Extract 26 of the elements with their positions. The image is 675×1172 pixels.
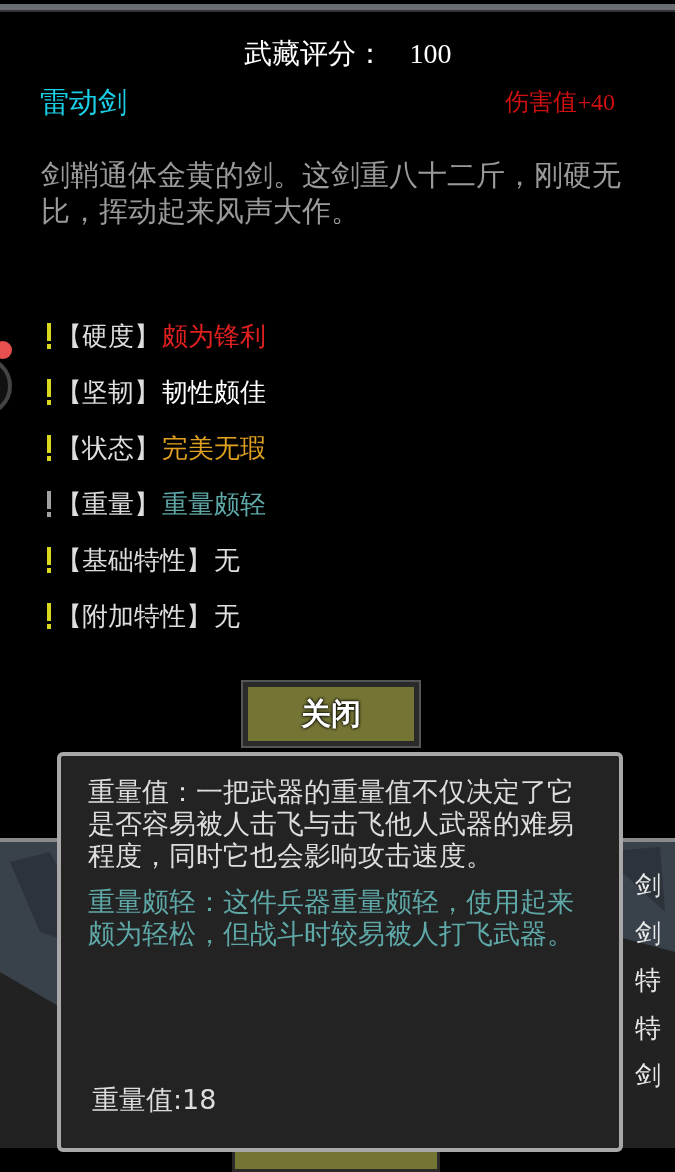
attribute-value: 完美无瑕 <box>162 431 266 465</box>
list-item-text: 特 <box>635 1011 661 1045</box>
tooltip-text: 重量值：一把武器的重量值不仅决定了它是否容易被人击飞与击飞他人武器的难易程度，同时它也会影响攻击速度。 <box>88 776 575 872</box>
weapon-name: 雷动剑 <box>40 84 127 120</box>
weapon-description: 剑鞘通体金黄的剑。这剑重八十二斤，刚硬无比，挥动起来风声大作。 <box>41 158 622 230</box>
attribute-label: 【基础特性】 <box>56 543 212 577</box>
weight-value: 重量值:18 <box>91 1083 218 1117</box>
tooltip-detail: 重量颇轻：这件兵器重量颇轻，使用起来颇为轻松，但战斗时较易被人打飞武器。 <box>88 886 575 950</box>
attribute-value: 无 <box>214 599 240 633</box>
list-item-text: 特 <box>635 964 661 997</box>
list-item-text: 剑 <box>635 869 661 902</box>
score-value: 100 <box>409 37 452 71</box>
attribute-label: 【硬度】 <box>56 319 160 353</box>
list-item-text: 剑 <box>635 916 661 950</box>
score-label: 武藏评分： <box>243 37 384 71</box>
attribute-label: 【重量】 <box>56 487 160 521</box>
attribute-label: 【附加特性】 <box>56 599 212 633</box>
attribute-label: 【状态】 <box>56 431 160 465</box>
attribute-value: 韧性颇佳 <box>162 375 266 409</box>
damage-bonus: 伤害值+40 <box>505 88 615 117</box>
attribute-value: 颇为锋利 <box>162 319 266 353</box>
list-item-text: 剑 <box>635 1059 661 1092</box>
attribute-value: 重量颇轻 <box>162 487 266 521</box>
attribute-label: 【坚韧】 <box>56 375 160 409</box>
attribute-value: 无 <box>214 543 240 577</box>
close-button[interactable]: 关闭 <box>242 682 419 746</box>
